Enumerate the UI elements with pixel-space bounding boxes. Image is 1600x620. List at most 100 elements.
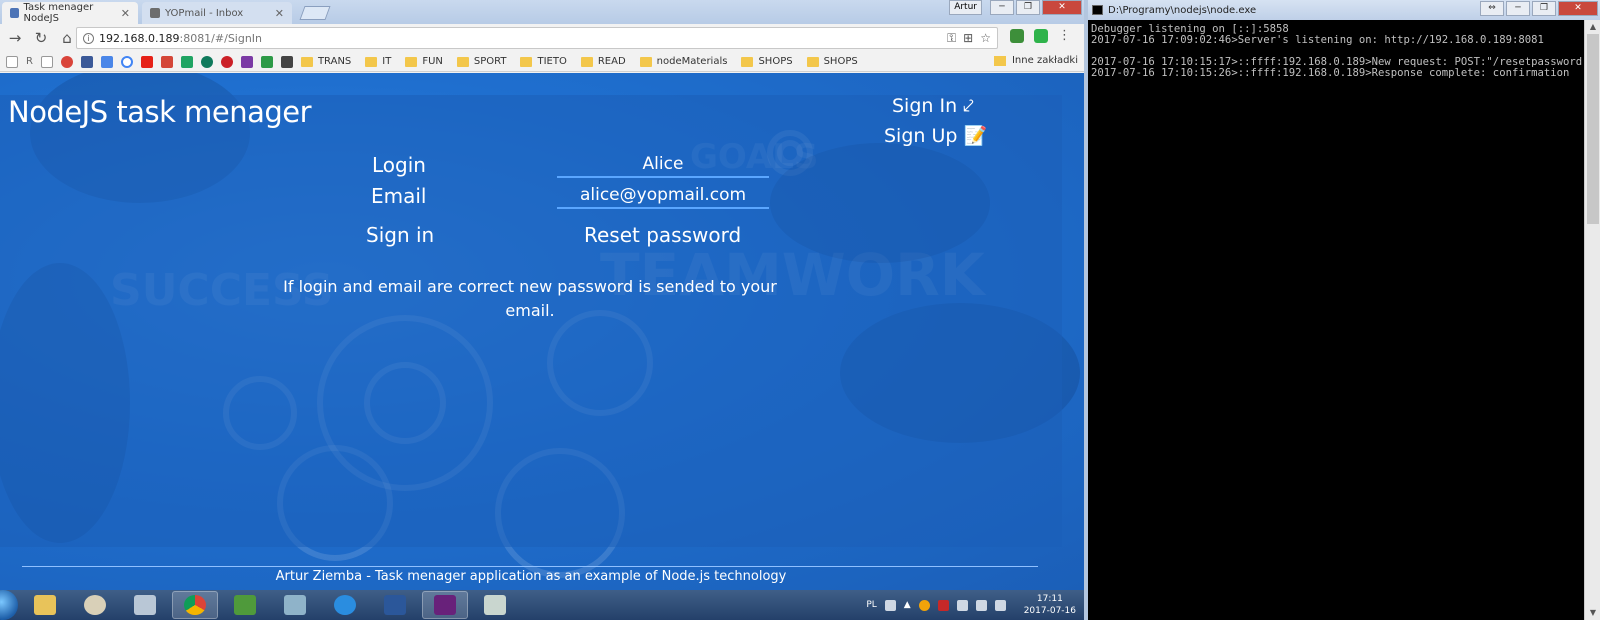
folder-icon	[806, 56, 819, 67]
folder-icon	[456, 56, 469, 67]
address-bar[interactable]: i 192.168.0.189:8081/#/SignIn ⚿ ⊞ ☆	[76, 27, 998, 49]
bookmark-folder[interactable]: IT	[365, 56, 391, 67]
folder-icon	[520, 56, 533, 67]
folder-icon	[639, 56, 652, 67]
scroll-down-icon[interactable]: ▼	[1585, 606, 1600, 620]
signal-icon[interactable]	[994, 599, 1006, 611]
restore-button[interactable]: ❐	[1532, 1, 1556, 16]
taskbar-notebook[interactable]	[272, 591, 318, 619]
volume-muted-icon[interactable]	[956, 599, 968, 611]
bookmark-folder[interactable]: SPORT	[456, 56, 506, 67]
resize-icon[interactable]: ⇔	[1480, 1, 1504, 16]
close-window-button[interactable]: ✕	[1558, 1, 1598, 16]
email-input[interactable]	[557, 183, 769, 209]
browser-window: Task menager NodeJS ✕ YOPmail - Inbox ✕ …	[0, 0, 1084, 590]
bookmark-folder[interactable]: SHOPS	[741, 56, 793, 67]
other-bookmarks[interactable]: Inne zakładki	[993, 55, 1078, 66]
tab-yopmail[interactable]: YOPmail - Inbox ✕	[142, 2, 292, 24]
taskbar-calculator[interactable]	[122, 591, 168, 619]
language-indicator[interactable]: PL	[866, 600, 876, 610]
onenote-icon[interactable]	[240, 55, 253, 68]
keyboard-icon[interactable]	[884, 599, 896, 611]
footer-divider	[22, 566, 1038, 567]
gmail-icon[interactable]	[160, 55, 173, 68]
taskbar-chrome[interactable]	[172, 591, 218, 619]
bookmark-folder[interactable]: READ	[580, 56, 626, 67]
tab-task-menager[interactable]: Task menager NodeJS ✕	[2, 2, 138, 24]
drive-icon[interactable]	[180, 55, 193, 68]
console-scrollbar[interactable]: ▲ ▼	[1584, 20, 1600, 620]
start-button[interactable]	[0, 590, 18, 620]
reset-password-button[interactable]: Reset password	[584, 223, 741, 247]
console-line: 2017-07-16 17:09:02:46>Server's listenin…	[1091, 34, 1544, 46]
apps-icon[interactable]	[6, 55, 18, 68]
footer-text: Artur Ziemba - Task menager application …	[275, 569, 787, 584]
key-icon[interactable]: ⚿	[947, 31, 956, 46]
bookmark-r[interactable]: R	[26, 56, 33, 67]
browser-toolbar: → ↻ ⌂ i 192.168.0.189:8081/#/SignIn ⚿ ⊞ …	[0, 24, 1084, 52]
battery-icon[interactable]	[975, 599, 987, 611]
console-window-controls: ⇔ ─ ❐ ✕	[1480, 1, 1598, 16]
home-icon[interactable]: ⌂	[56, 27, 78, 49]
clock[interactable]: 17:11 2017-07-16	[1024, 593, 1076, 617]
bookmark-favicon-icon[interactable]	[280, 55, 293, 68]
bookmark-folder[interactable]: TIETO	[520, 56, 567, 67]
google-icon[interactable]	[120, 55, 133, 68]
bookmark-favicon-icon[interactable]	[200, 55, 213, 68]
reload-icon[interactable]: ↻	[30, 27, 52, 49]
bookmark-folder[interactable]: nodeMaterials	[639, 56, 727, 67]
tray-app-icon[interactable]	[918, 599, 930, 611]
folder-icon	[580, 56, 593, 67]
profile-badge[interactable]: Artur	[949, 0, 982, 15]
scroll-up-icon[interactable]: ▲	[1585, 20, 1600, 34]
menu-dots-icon[interactable]: ⋮	[1058, 29, 1071, 43]
bookmark-favicon-icon[interactable]	[260, 55, 273, 68]
folder-icon	[405, 56, 418, 67]
extension-icon[interactable]	[1034, 29, 1048, 43]
tab-strip: Task menager NodeJS ✕ YOPmail - Inbox ✕ …	[0, 0, 1084, 24]
yopmail-favicon-icon	[150, 8, 160, 18]
new-tab-button[interactable]	[299, 6, 331, 20]
scrollbar-thumb[interactable]	[1587, 34, 1599, 224]
extension-icon[interactable]	[1010, 29, 1024, 43]
close-window-button[interactable]: ✕	[1042, 0, 1082, 15]
login-input[interactable]	[557, 152, 769, 178]
bookmark-folder[interactable]: SHOPS	[806, 56, 858, 67]
taskbar-explorer[interactable]	[22, 591, 68, 619]
bookmark-folder[interactable]: FUN	[405, 56, 443, 67]
taskbar-visual-studio[interactable]	[422, 591, 468, 619]
tab-label: Task menager NodeJS	[23, 2, 94, 24]
nav-sign-in-link[interactable]: Sign In ⤦	[892, 95, 974, 117]
taskbar-console[interactable]	[472, 591, 518, 619]
bookmark-folder[interactable]: TRANS	[300, 56, 351, 67]
console-output[interactable]: Debugger listening on [::]:5858 2017-07-1…	[1088, 22, 1584, 620]
nav-sign-up-link[interactable]: Sign Up 📝	[884, 124, 987, 147]
show-hidden-icons-icon[interactable]: ▲	[904, 600, 911, 610]
page-icon[interactable]	[40, 55, 53, 68]
pinterest-icon[interactable]	[220, 55, 233, 68]
star-icon[interactable]: ☆	[980, 31, 991, 46]
close-icon[interactable]: ✕	[275, 7, 284, 20]
back-arrow-icon[interactable]: →	[4, 27, 26, 49]
taskbar-chart-app[interactable]	[222, 591, 268, 619]
sign-in-button[interactable]: Sign in	[366, 223, 434, 247]
restore-button[interactable]: ❐	[1016, 0, 1040, 15]
translate-icon[interactable]	[100, 55, 113, 68]
taskbar-paint[interactable]	[72, 591, 118, 619]
minimize-button[interactable]: ─	[990, 0, 1014, 15]
minimize-button[interactable]: ─	[1506, 1, 1530, 16]
word-icon	[384, 595, 406, 615]
bookmark-favicon-icon[interactable]	[60, 55, 73, 68]
taskbar-ie[interactable]	[322, 591, 368, 619]
facebook-icon[interactable]	[80, 55, 93, 68]
translate-icon[interactable]: ⊞	[963, 31, 973, 46]
internet-explorer-icon	[334, 595, 356, 615]
info-icon[interactable]: i	[83, 32, 94, 44]
console-app-icon	[1092, 5, 1103, 15]
youtube-icon[interactable]	[140, 55, 153, 68]
tray-app-icon[interactable]	[937, 599, 949, 611]
email-label: Email	[371, 184, 427, 208]
notebook-icon	[284, 595, 306, 615]
close-icon[interactable]: ✕	[121, 7, 130, 20]
taskbar-word[interactable]	[372, 591, 418, 619]
